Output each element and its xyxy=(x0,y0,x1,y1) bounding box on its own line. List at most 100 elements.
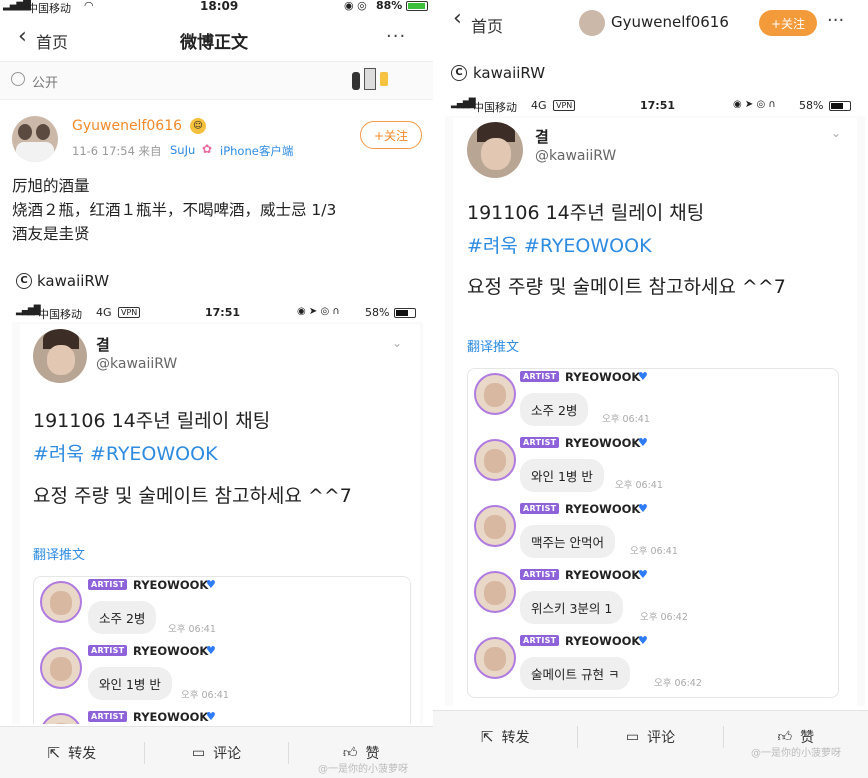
user-name[interactable]: Gyuwenelf0616 xyxy=(611,13,729,31)
right-screenshot: ‹ 首页 Gyuwenelf0616 +关注 ··· C kawaiiRW ▂▄… xyxy=(433,0,868,778)
chat-bubble: 와인 1병 반 xyxy=(88,667,172,700)
visibility-row: 公开 xyxy=(0,62,433,100)
clock: 17:51 xyxy=(205,306,241,319)
signal-icon: ▂▄▆█ xyxy=(451,99,476,109)
chat-time: 오후 06:41 xyxy=(630,546,678,557)
chevron-left-icon[interactable]: ‹ xyxy=(18,24,27,49)
network: 4G xyxy=(531,99,547,112)
post-line: 厉旭的酒量 xyxy=(12,177,90,195)
comment-label: 评论 xyxy=(213,745,242,762)
chat-time: 오후 06:41 xyxy=(615,480,663,491)
more-button[interactable]: ··· xyxy=(827,10,844,31)
follow-button[interactable]: +关注 xyxy=(759,10,817,36)
chevron-left-icon[interactable]: ‹ xyxy=(453,6,462,31)
chat-name: RYEOWOOK xyxy=(565,370,641,384)
translate-link[interactable]: 翻译推文 xyxy=(467,336,519,355)
tweet-line: 요정 주량 및 술메이트 참고하세요 ^^7 xyxy=(33,485,352,507)
heart-icon: ♥ xyxy=(206,578,216,591)
nav-bar: ‹ 首页 Gyuwenelf0616 +关注 ··· xyxy=(433,0,868,48)
thumbs-up-icon: 👍︎ xyxy=(342,745,358,761)
clock: 17:51 xyxy=(640,99,676,112)
globe-icon xyxy=(11,72,25,86)
post-source[interactable]: SuJu xyxy=(170,143,195,157)
back-button[interactable]: 首页 xyxy=(471,13,503,37)
chat-image: ARTIST RYEOWOOK ♥ 소주 2병 오후 06:41 ARTIST … xyxy=(467,368,839,698)
post-line: 烧酒２瓶，红酒１瓶半，不喝啤酒，威士忌 1/3 xyxy=(12,201,337,219)
battery-percent: 88% xyxy=(376,0,403,12)
comment-button[interactable]: ▭ 评论 xyxy=(145,743,289,763)
chat-image: ARTIST RYEOWOOK ♥ 소주 2병 오후 06:41 ARTIST … xyxy=(33,576,411,724)
chat-avatar xyxy=(474,637,516,679)
clock: 18:09 xyxy=(200,0,239,13)
decoration-sticker xyxy=(352,66,392,96)
artist-badge: ARTIST xyxy=(520,635,560,646)
heart-icon: ♥ xyxy=(206,710,216,723)
chat-time: 오후 06:42 xyxy=(640,612,688,623)
chat-bubble: 소주 2병 xyxy=(88,601,157,634)
repost-label: 转发 xyxy=(68,745,97,762)
comment-button[interactable]: ▭ 评论 xyxy=(578,727,722,747)
tweet-hashtags[interactable]: #려욱 #RYEOWOOK xyxy=(33,439,218,466)
status-icons: ◉ ➤ ◎ ∩ xyxy=(733,99,776,110)
chevron-down-icon[interactable]: ⌄ xyxy=(392,336,402,350)
post-body: 厉旭的酒量 烧酒２瓶，红酒１瓶半，不喝啤酒，威士忌 1/3 酒友是圭贤 xyxy=(12,174,336,246)
tweet-name: 결 xyxy=(535,128,549,146)
chevron-down-icon[interactable]: ⌄ xyxy=(831,126,841,140)
carrier: 中国移动 xyxy=(38,308,82,321)
post-meta: 11-6 17:54 来自 xyxy=(72,144,162,158)
heart-icon: ♥ xyxy=(638,370,648,383)
thumbs-up-icon: 👍︎ xyxy=(777,729,793,745)
page-title: 微博正文 xyxy=(180,33,248,53)
tweet-hashtags[interactable]: #려욱 #RYEOWOOK xyxy=(467,231,652,258)
vpn-badge: VPN xyxy=(553,100,576,111)
tweet-handle: @kawaiiRW xyxy=(96,356,178,372)
artist-badge: ARTIST xyxy=(520,371,560,382)
tweet-avatar[interactable] xyxy=(33,329,87,383)
artist-badge: ARTIST xyxy=(520,503,560,514)
author-avatar[interactable] xyxy=(12,116,58,162)
nav-bar: ‹ 首页 微博正文 ··· xyxy=(0,14,433,62)
repost-button[interactable]: ⇱ 转发 xyxy=(433,727,577,747)
embedded-screenshot: ▂▄▆█ 中国移动 4G VPN 17:51 ◉ ➤ ◎ ∩ 58% 결 @ka… xyxy=(445,96,865,706)
visibility-label: 公开 xyxy=(32,76,59,91)
heart-icon: ♥ xyxy=(638,634,648,647)
chat-name: RYEOWOOK xyxy=(565,568,641,582)
chat-avatar xyxy=(40,647,82,689)
copyright-icon: C xyxy=(16,273,32,289)
chat-bubble: 위스키 3분의 1 xyxy=(520,591,624,624)
more-button[interactable]: ··· xyxy=(386,26,406,47)
embedded-screenshot: ▂▄▆█ 中国移动 4G VPN 17:51 ◉ ➤ ◎ ∩ 58% 결 @ka… xyxy=(12,304,423,724)
chat-avatar xyxy=(474,505,516,547)
chat-name: RYEOWOOK xyxy=(133,710,209,724)
repost-button[interactable]: ⇱ 转发 xyxy=(0,743,144,763)
status-bar: ▂▄▆█ 中国移动 ◠ 18:09 ◉ ◎ 88% xyxy=(0,0,433,15)
artist-badge: ARTIST xyxy=(88,711,128,722)
back-button[interactable]: 首页 xyxy=(36,29,68,53)
status-icons: ◉ ➤ ◎ ∩ xyxy=(297,306,340,317)
user-avatar[interactable] xyxy=(579,10,605,36)
chat-avatar xyxy=(474,571,516,613)
heart-icon: ♥ xyxy=(638,502,648,515)
artist-badge: ARTIST xyxy=(520,569,560,580)
repost-label: 转发 xyxy=(501,729,530,746)
chat-name: RYEOWOOK xyxy=(133,644,209,658)
tweet-avatar[interactable] xyxy=(467,122,523,178)
artist-badge: ARTIST xyxy=(88,645,128,656)
tweet-name: 결 xyxy=(96,336,110,354)
chat-name: RYEOWOOK xyxy=(565,502,641,516)
wifi-icon: ◠ xyxy=(84,0,94,12)
network: 4G xyxy=(96,306,112,319)
alarm-icon: ◉ ◎ xyxy=(344,0,367,12)
vip-badge-icon: ☺ xyxy=(190,118,206,134)
follow-button[interactable]: +关注 xyxy=(360,121,422,149)
chat-bubble: 소주 2병 xyxy=(520,393,589,426)
repost-icon: ⇱ xyxy=(47,743,61,762)
post-line: 酒友是圭贤 xyxy=(12,225,90,243)
author-name[interactable]: Gyuwenelf0616 xyxy=(72,118,182,134)
translate-link[interactable]: 翻译推文 xyxy=(33,544,85,563)
post-device[interactable]: iPhone客户端 xyxy=(220,143,293,159)
tweet-card: 결 @kawaiiRW ⌄ 191106 14주년 릴레이 채팅 #려욱 #RY… xyxy=(20,324,420,724)
inner-status-bar: ▂▄▆█ 中国移动 4G VPN 17:51 ◉ ➤ ◎ ∩ 58% xyxy=(445,96,865,116)
battery-percent: 58% xyxy=(799,99,824,112)
inner-status-bar: ▂▄▆█ 中国移动 4G VPN 17:51 ◉ ➤ ◎ ∩ 58% xyxy=(12,304,423,322)
